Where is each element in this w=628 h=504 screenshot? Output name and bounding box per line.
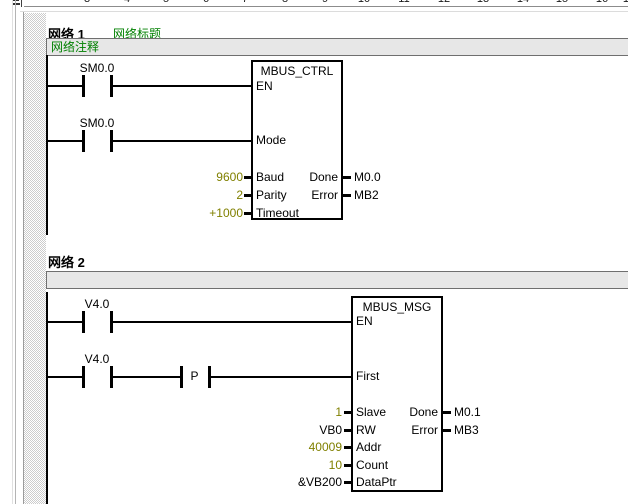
ruler-mark: 16 [593, 0, 611, 5]
contact-operand[interactable]: V4.0 [67, 297, 127, 311]
pin-tick [344, 429, 351, 432]
pin-value-slave[interactable]: 1 [238, 405, 342, 419]
network-gutter[interactable] [24, 13, 46, 504]
contact-bar [82, 75, 85, 97]
block-title: MBUS_MSG [353, 300, 441, 314]
ruler-mark: 17 [620, 0, 628, 5]
pin-tick [441, 429, 451, 432]
no-contact[interactable]: V4.0 [67, 352, 127, 389]
edge-contact-symbol: P [178, 369, 211, 383]
network-2-comment-box[interactable] [46, 271, 628, 289]
pin-rw: RW [356, 423, 376, 437]
pin-value-parity[interactable]: 2 [139, 188, 243, 202]
pin-mode: Mode [256, 133, 286, 147]
ruler-groove-highlight [24, 7, 628, 8]
pin-error: Error [411, 423, 438, 437]
window-edge-line [12, 0, 13, 504]
pin-value-error[interactable]: MB2 [354, 188, 379, 202]
network-1-comment-box[interactable]: 网络注释 [46, 38, 628, 56]
pin-done: Done [409, 405, 438, 419]
contact-bar [110, 75, 113, 97]
network-1-comment-text: 网络注释 [47, 39, 628, 54]
no-contact[interactable]: V4.0 [67, 297, 127, 334]
contact-operand[interactable]: SM0.0 [67, 116, 127, 130]
pin-en: EN [356, 314, 373, 328]
ruler-mark: 4 [118, 0, 136, 5]
pin-value-count[interactable]: 10 [238, 458, 342, 472]
pin-error: Error [311, 188, 338, 202]
ruler-mark: 5 [157, 0, 175, 5]
panel-top-border [20, 11, 628, 12]
contact-bar [82, 366, 85, 388]
ruler-mark: 13 [474, 0, 492, 5]
pin-value-dataptr[interactable]: &VB200 [238, 475, 342, 489]
pin-en: EN [256, 79, 273, 93]
contact-operand[interactable]: V4.0 [67, 352, 127, 366]
power-rail [46, 292, 48, 504]
pin-value-rw[interactable]: VB0 [238, 423, 342, 437]
power-rail [46, 55, 48, 235]
pin-tick [344, 411, 351, 414]
pin-value-baud[interactable]: 9600 [139, 170, 243, 184]
ruler-mark: 14 [514, 0, 532, 5]
wire-segment [112, 85, 251, 87]
pin-tick [344, 481, 351, 484]
pin-tick [341, 176, 351, 179]
pin-first: First [356, 369, 379, 383]
function-block-mbus-ctrl[interactable]: MBUS_CTRL EN Mode Baud Parity Timeout Do… [251, 60, 343, 220]
block-title: MBUS_CTRL [253, 64, 341, 78]
ruler-mark: 12 [435, 0, 453, 5]
ruler-mark: 8 [276, 0, 294, 5]
no-contact[interactable]: SM0.0 [67, 116, 127, 153]
function-block-mbus-msg[interactable]: MBUS_MSG EN First Slave RW Addr Count Da… [351, 296, 443, 492]
contact-bar [110, 366, 113, 388]
pin-tick [441, 411, 451, 414]
network-2-label[interactable]: 网络 2 [48, 252, 85, 271]
ruler-mark: 11 [395, 0, 413, 5]
pin-baud: Baud [256, 170, 284, 184]
pin-addr: Addr [356, 440, 381, 454]
ladder-editor-view: 3 4 5 6 7 8 9 10 11 12 13 14 15 16 17 网络… [0, 0, 628, 504]
pin-tick [244, 194, 251, 197]
contact-bar [82, 311, 85, 333]
pin-value-timeout[interactable]: +1000 [139, 206, 243, 220]
pin-value-addr[interactable]: 40009 [238, 440, 342, 454]
wire-segment [112, 140, 251, 142]
pin-tick [341, 194, 351, 197]
ruler-mark: 10 [355, 0, 373, 5]
pin-done: Done [309, 170, 338, 184]
ruler-mark: 7 [236, 0, 254, 5]
network-2-comment-text [47, 272, 628, 273]
pin-count: Count [356, 458, 388, 472]
ruler-mark: 6 [197, 0, 215, 5]
ruler-mark: 3 [78, 0, 96, 5]
pin-value-error[interactable]: MB3 [454, 423, 479, 437]
pin-tick [344, 464, 351, 467]
contact-bar [82, 130, 85, 152]
pin-tick [344, 446, 351, 449]
toolbar-clip-fragment [13, 0, 19, 1]
pin-parity: Parity [256, 188, 287, 202]
pin-value-done[interactable]: M0.1 [454, 405, 481, 419]
pin-dataptr: DataPtr [356, 475, 397, 489]
wire-segment [211, 376, 351, 378]
ruler-mark: 9 [316, 0, 334, 5]
pin-tick [244, 176, 251, 179]
toolbar-separator-fragment [21, 0, 22, 7]
contact-operand[interactable]: SM0.0 [67, 61, 127, 75]
no-contact[interactable]: SM0.0 [67, 61, 127, 98]
contact-bar [110, 311, 113, 333]
pin-tick [244, 212, 251, 215]
ruler-mark: 15 [553, 0, 571, 5]
contact-bar [110, 130, 113, 152]
pin-slave: Slave [356, 405, 386, 419]
pin-value-done[interactable]: M0.0 [354, 170, 381, 184]
panel-splitter[interactable] [15, 0, 16, 504]
wire-segment [112, 321, 351, 323]
pin-timeout: Timeout [256, 206, 299, 220]
positive-edge-contact[interactable]: P [178, 366, 211, 388]
